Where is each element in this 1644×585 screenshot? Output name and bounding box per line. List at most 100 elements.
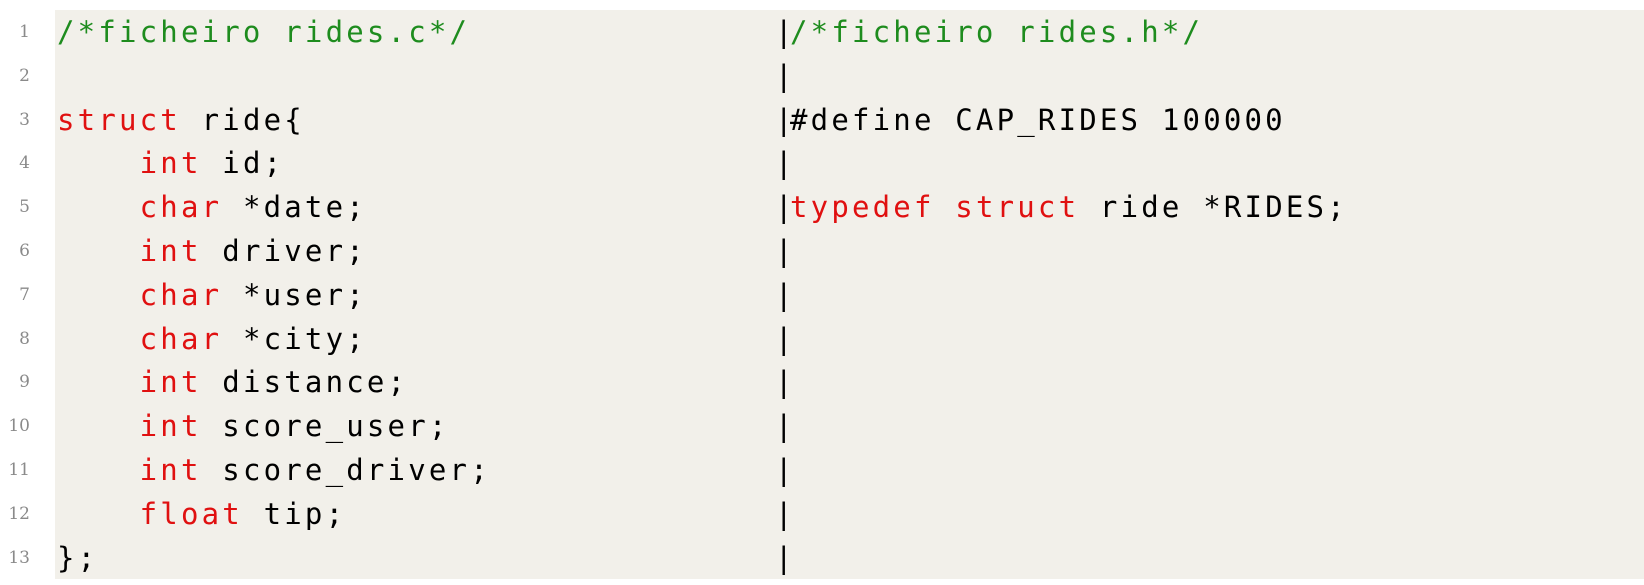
code-line: 5 char *date; | typedef struct ride *RIDES… bbox=[0, 185, 1644, 229]
keyword-token: int bbox=[139, 409, 202, 444]
rides-h-code: typedef struct ride *RIDES; bbox=[790, 190, 1348, 224]
line-number: 11 bbox=[8, 459, 30, 480]
rides-c-code: int score_driver; bbox=[57, 453, 491, 487]
code-line: 11 int score_driver; | bbox=[0, 447, 1644, 492]
column-separator: | bbox=[775, 146, 793, 181]
code-line: 7 char *user; | bbox=[0, 272, 1644, 317]
code-row: int score_driver; | bbox=[55, 447, 1644, 492]
column-separator: | bbox=[775, 409, 793, 444]
code-line: 4 int id; | bbox=[0, 141, 1644, 186]
code-token: *city; bbox=[222, 321, 367, 356]
rides-c-code: struct ride{ bbox=[57, 103, 305, 137]
line-number: 6 bbox=[19, 240, 30, 261]
code-line: 1 /*ficheiro rides.c*/|/*ficheiro rides.h… bbox=[0, 10, 1644, 54]
keyword-token: char bbox=[139, 321, 223, 356]
code-line: 8 char *city; | bbox=[0, 316, 1644, 361]
code-line: 2 | bbox=[0, 53, 1644, 98]
keyword-token: char bbox=[139, 277, 223, 312]
keyword-token: char bbox=[139, 190, 223, 225]
code-row: }; | bbox=[55, 535, 1644, 580]
keyword-token: struct bbox=[955, 190, 1080, 225]
column-separator: | bbox=[775, 540, 793, 575]
code-token: ride{ bbox=[180, 102, 305, 137]
code-token: id; bbox=[201, 146, 285, 181]
code-row: | bbox=[55, 53, 1644, 98]
code-token: #define CAP_RIDES 100000 bbox=[790, 102, 1286, 137]
code-row: int distance; | bbox=[55, 360, 1644, 405]
code-line: 10 int score_user; | bbox=[0, 404, 1644, 448]
code-listing: 1/*ficheiro rides.c*/|/*ficheiro rides.h… bbox=[0, 10, 1644, 580]
code-line: 6 int driver; | bbox=[0, 228, 1644, 273]
rides-c-code: char *user; bbox=[57, 278, 367, 312]
line-number: 10 bbox=[8, 416, 30, 437]
keyword-token: typedef bbox=[790, 190, 935, 225]
column-separator: | bbox=[775, 452, 793, 487]
code-row: char *user; | bbox=[55, 272, 1644, 317]
code-token: distance; bbox=[201, 365, 409, 400]
code-row: int score_user; | bbox=[55, 404, 1644, 448]
rides-c-code: int driver; bbox=[57, 234, 367, 268]
code-row: struct ride{| #define CAP_RIDES 100000 bbox=[55, 97, 1644, 142]
rides-c-code: float tip; bbox=[57, 497, 346, 531]
code-row: int driver; | bbox=[55, 228, 1644, 273]
line-number: 9 bbox=[19, 372, 30, 393]
line-number: 12 bbox=[8, 503, 30, 524]
keyword-token: struct bbox=[57, 102, 181, 137]
keyword-token: int bbox=[139, 233, 202, 268]
rides-c-code: char *city; bbox=[57, 322, 367, 356]
code-token: *date; bbox=[222, 190, 367, 225]
rides-c-code: /*ficheiro rides.c*/ bbox=[57, 15, 470, 49]
code-line: 3 struct ride{| #define CAP_RIDES 100000 bbox=[0, 97, 1644, 142]
line-number: 1 bbox=[19, 22, 30, 42]
rides-c-code: }; bbox=[57, 541, 98, 575]
comment-token: /*ficheiro rides.h*/ bbox=[790, 15, 1204, 49]
line-number: 8 bbox=[19, 328, 30, 349]
line-number: 3 bbox=[19, 109, 30, 130]
code-row: int id; | bbox=[55, 141, 1644, 186]
code-token: score_user; bbox=[201, 409, 450, 444]
code-token: tip; bbox=[242, 496, 347, 531]
code-row: float tip; | bbox=[55, 491, 1644, 536]
rides-c-code: int score_user; bbox=[57, 409, 450, 443]
column-separator: | bbox=[775, 321, 793, 356]
line-number: 7 bbox=[19, 284, 30, 305]
rides-c-code: int distance; bbox=[57, 365, 408, 399]
keyword-token: int bbox=[139, 452, 202, 487]
line-number: 2 bbox=[19, 65, 30, 86]
column-separator: | bbox=[775, 58, 793, 93]
rides-c-code: char *date; bbox=[57, 190, 367, 224]
code-row: /*ficheiro rides.c*/|/*ficheiro rides.h*… bbox=[55, 10, 1644, 54]
code-row: char *city; | bbox=[55, 316, 1644, 361]
code-token: score_driver; bbox=[201, 452, 491, 487]
line-number: 5 bbox=[19, 197, 30, 218]
line-number: 13 bbox=[8, 547, 30, 568]
keyword-token: int bbox=[139, 146, 202, 181]
code-token: driver; bbox=[201, 233, 367, 268]
rides-h-code: #define CAP_RIDES 100000 bbox=[790, 103, 1286, 137]
code-row: char *date; | typedef struct ride *RIDES; bbox=[55, 185, 1644, 229]
column-separator: | bbox=[775, 496, 793, 531]
column-separator: | bbox=[775, 277, 793, 312]
comment-token: /*ficheiro rides.c*/ bbox=[57, 15, 471, 49]
column-separator: | bbox=[775, 233, 793, 268]
line-number: 4 bbox=[19, 153, 30, 174]
code-token: *user; bbox=[222, 277, 367, 312]
column-separator: | bbox=[775, 365, 793, 400]
keyword-token: float bbox=[139, 496, 243, 531]
code-line: 9 int distance; | bbox=[0, 360, 1644, 405]
code-line: 13}; | bbox=[0, 535, 1644, 580]
code-token: }; bbox=[57, 540, 99, 575]
rides-c-code: int id; bbox=[57, 146, 284, 180]
rides-h-code: /*ficheiro rides.h*/ bbox=[790, 15, 1203, 49]
code-line: 12 float tip; | bbox=[0, 491, 1644, 536]
